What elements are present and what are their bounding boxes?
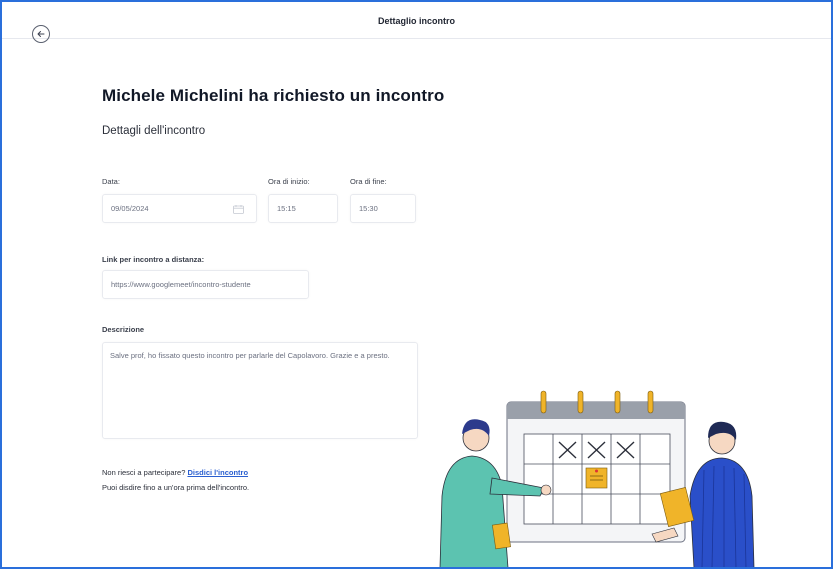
meeting-link-field[interactable]: https://www.googlemeet/incontro-studente	[102, 270, 309, 299]
cancel-note: Puoi disdire fino a un'ora prima dell'in…	[102, 483, 250, 492]
page-title: Michele Michelini ha richiesto un incont…	[102, 86, 445, 105]
app-frame: Dettaglio incontro Michele Michelini ha …	[0, 0, 833, 569]
date-field[interactable]: 09/05/2024	[102, 194, 257, 223]
end-time-value: 15:30	[359, 204, 378, 213]
end-time-label: Ora di fine:	[350, 177, 387, 186]
link-label: Link per incontro a distanza:	[102, 255, 205, 264]
start-time-value: 15:15	[277, 204, 296, 213]
arrow-left-circle-icon	[37, 31, 45, 37]
cancel-meeting-link[interactable]: Disdici l'incontro	[187, 468, 248, 477]
back-button[interactable]	[32, 25, 50, 43]
cancel-question: Non riesci a partecipare?	[102, 468, 186, 477]
start-time-label: Ora di inizio:	[268, 177, 310, 186]
header-title: Dettaglio incontro	[378, 16, 455, 26]
page-subtitle: Dettagli dell'incontro	[102, 125, 206, 137]
calendar-icon[interactable]	[233, 205, 244, 214]
date-label: Data:	[102, 177, 120, 186]
start-time-field[interactable]: 15:15	[268, 194, 338, 223]
calendar-illustration	[439, 390, 755, 567]
date-value: 09/05/2024	[111, 204, 149, 213]
description-label: Descrizione	[102, 325, 145, 334]
cancel-prompt: Non riesci a partecipare? Disdici l'inco…	[102, 468, 248, 477]
top-bar: Dettaglio incontro	[2, 2, 831, 43]
description-textarea[interactable]: Salve prof, ho fissato questo incontro p…	[102, 342, 418, 439]
meeting-link-value: https://www.googlemeet/incontro-studente	[111, 280, 251, 289]
end-time-field[interactable]: 15:30	[350, 194, 416, 223]
